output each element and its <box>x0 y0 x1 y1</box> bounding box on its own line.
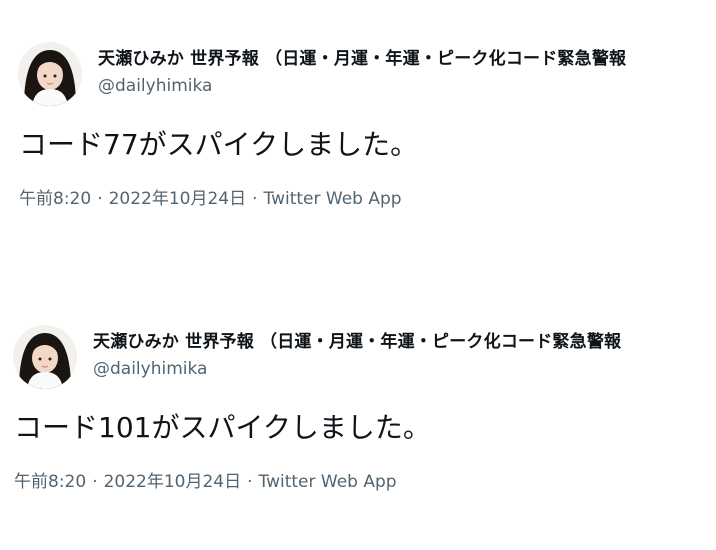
tweet-meta: 午前8:20 · 2022年10月24日 · Twitter Web App <box>19 186 402 212</box>
meta-separator: · <box>247 472 253 492</box>
user-handle[interactable]: @dailyhimika <box>93 357 207 381</box>
user-handle[interactable]: @dailyhimika <box>98 74 212 98</box>
tweet-text: コード101がスパイクしました。 <box>14 411 431 444</box>
display-name[interactable]: 天瀬ひみか 世界予報 （日運・月運・年運・ピーク化コード緊急警報 <box>93 330 703 354</box>
display-name[interactable]: 天瀬ひみか 世界予報 （日運・月運・年運・ピーク化コード緊急警報 <box>98 47 708 71</box>
tweet-date[interactable]: 2022年10月24日 <box>104 472 242 492</box>
tweet-date[interactable]: 2022年10月24日 <box>109 189 247 209</box>
avatar[interactable] <box>13 325 77 389</box>
meta-separator: · <box>252 189 258 209</box>
meta-separator: · <box>97 189 103 209</box>
tweet-source: Twitter Web App <box>263 189 402 209</box>
tweet-text: コード77がスパイクしました。 <box>19 128 419 161</box>
tweet-source: Twitter Web App <box>258 472 397 492</box>
tweet-time[interactable]: 午前8:20 <box>19 189 91 209</box>
meta-separator: · <box>92 472 98 492</box>
avatar-image <box>18 42 82 106</box>
tweet-meta: 午前8:20 · 2022年10月24日 · Twitter Web App <box>14 469 397 495</box>
avatar[interactable] <box>18 42 82 106</box>
avatar-image <box>13 325 77 389</box>
tweet-time[interactable]: 午前8:20 <box>14 472 86 492</box>
